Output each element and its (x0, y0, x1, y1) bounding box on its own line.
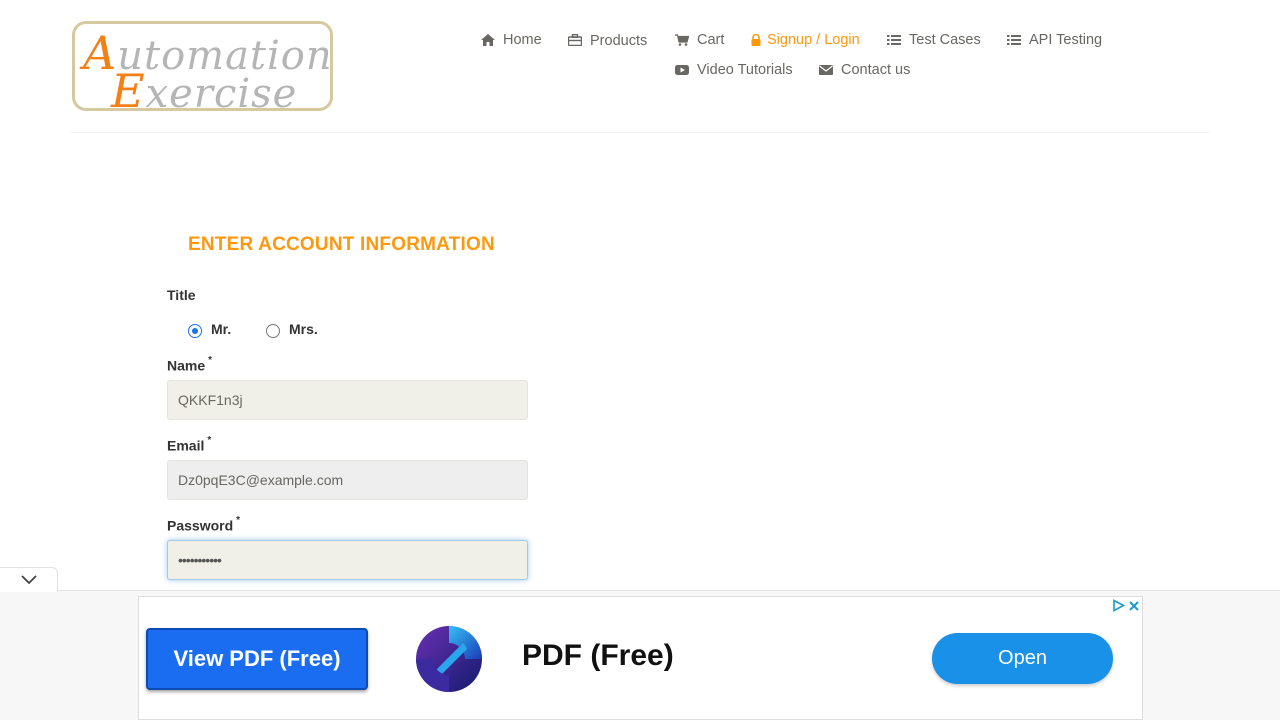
radio-mr-label: Mr. (211, 321, 232, 337)
email-field[interactable]: Dz0pqE3C@example.com (167, 460, 528, 500)
chevron-down-icon (20, 575, 37, 585)
radio-mrs-label: Mrs. (289, 321, 318, 337)
title-option-mr[interactable]: Mr. (188, 321, 232, 338)
nav-contact-us-label: Contact us (841, 62, 911, 78)
ad-banner[interactable]: View PDF (Free) PDF (Free) Open (138, 596, 1143, 720)
title-label: Title (167, 287, 196, 303)
radio-mrs[interactable] (266, 324, 280, 338)
nav-home[interactable]: Home (480, 32, 542, 48)
title-option-mrs[interactable]: Mrs. (266, 321, 318, 338)
list-icon (1006, 33, 1022, 47)
name-field[interactable]: QKKF1n3j (167, 380, 528, 420)
list-icon (886, 33, 902, 47)
email-label: Email * (167, 435, 212, 454)
pdf-app-logo-icon (415, 625, 483, 693)
ad-collapse-toggle[interactable] (0, 567, 58, 592)
required-mark: * (236, 515, 241, 526)
nav-api-testing[interactable]: API Testing (1006, 32, 1102, 48)
name-label: Name * (167, 355, 213, 374)
ad-title: PDF (Free) (522, 639, 674, 672)
form-heading: ENTER ACCOUNT INFORMATION (188, 234, 495, 255)
nav-video-tutorials-label: Video Tutorials (697, 62, 793, 78)
main-nav: Home Products Cart Signup / Login Test C… (71, 0, 1209, 133)
ad-open-button[interactable]: Open (932, 633, 1113, 684)
briefcase-icon (567, 33, 583, 47)
nav-cart-label: Cart (697, 32, 725, 48)
home-icon (480, 33, 496, 47)
ad-choices-play-icon[interactable] (1112, 599, 1125, 612)
nav-api-testing-label: API Testing (1029, 32, 1103, 48)
required-mark: * (208, 355, 213, 366)
cart-icon (674, 33, 690, 47)
nav-test-cases-label: Test Cases (909, 32, 981, 48)
ad-choices[interactable] (1112, 599, 1140, 612)
required-mark: * (207, 435, 212, 446)
nav-signup-login-label: Signup / Login (767, 32, 860, 48)
lock-icon (751, 33, 761, 47)
nav-products[interactable]: Products (567, 32, 648, 49)
site-header: Automation Exercise Home Products Cart S… (71, 0, 1209, 133)
nav-test-cases[interactable]: Test Cases (886, 32, 981, 48)
nav-cart[interactable]: Cart (674, 32, 724, 48)
nav-signup-login[interactable]: Signup / Login (751, 32, 860, 48)
radio-mr[interactable] (188, 324, 202, 338)
password-field[interactable]: ••••••••••• (167, 540, 528, 580)
nav-products-label: Products (590, 33, 648, 49)
nav-video-tutorials[interactable]: Video Tutorials (674, 62, 793, 78)
close-icon[interactable] (1128, 600, 1140, 612)
nav-home-label: Home (503, 32, 542, 48)
nav-contact-us[interactable]: Contact us (818, 62, 910, 78)
password-label: Password * (167, 515, 241, 534)
envelope-icon (818, 63, 834, 77)
ad-view-pdf-button[interactable]: View PDF (Free) (146, 628, 368, 690)
youtube-play-icon (674, 63, 690, 77)
